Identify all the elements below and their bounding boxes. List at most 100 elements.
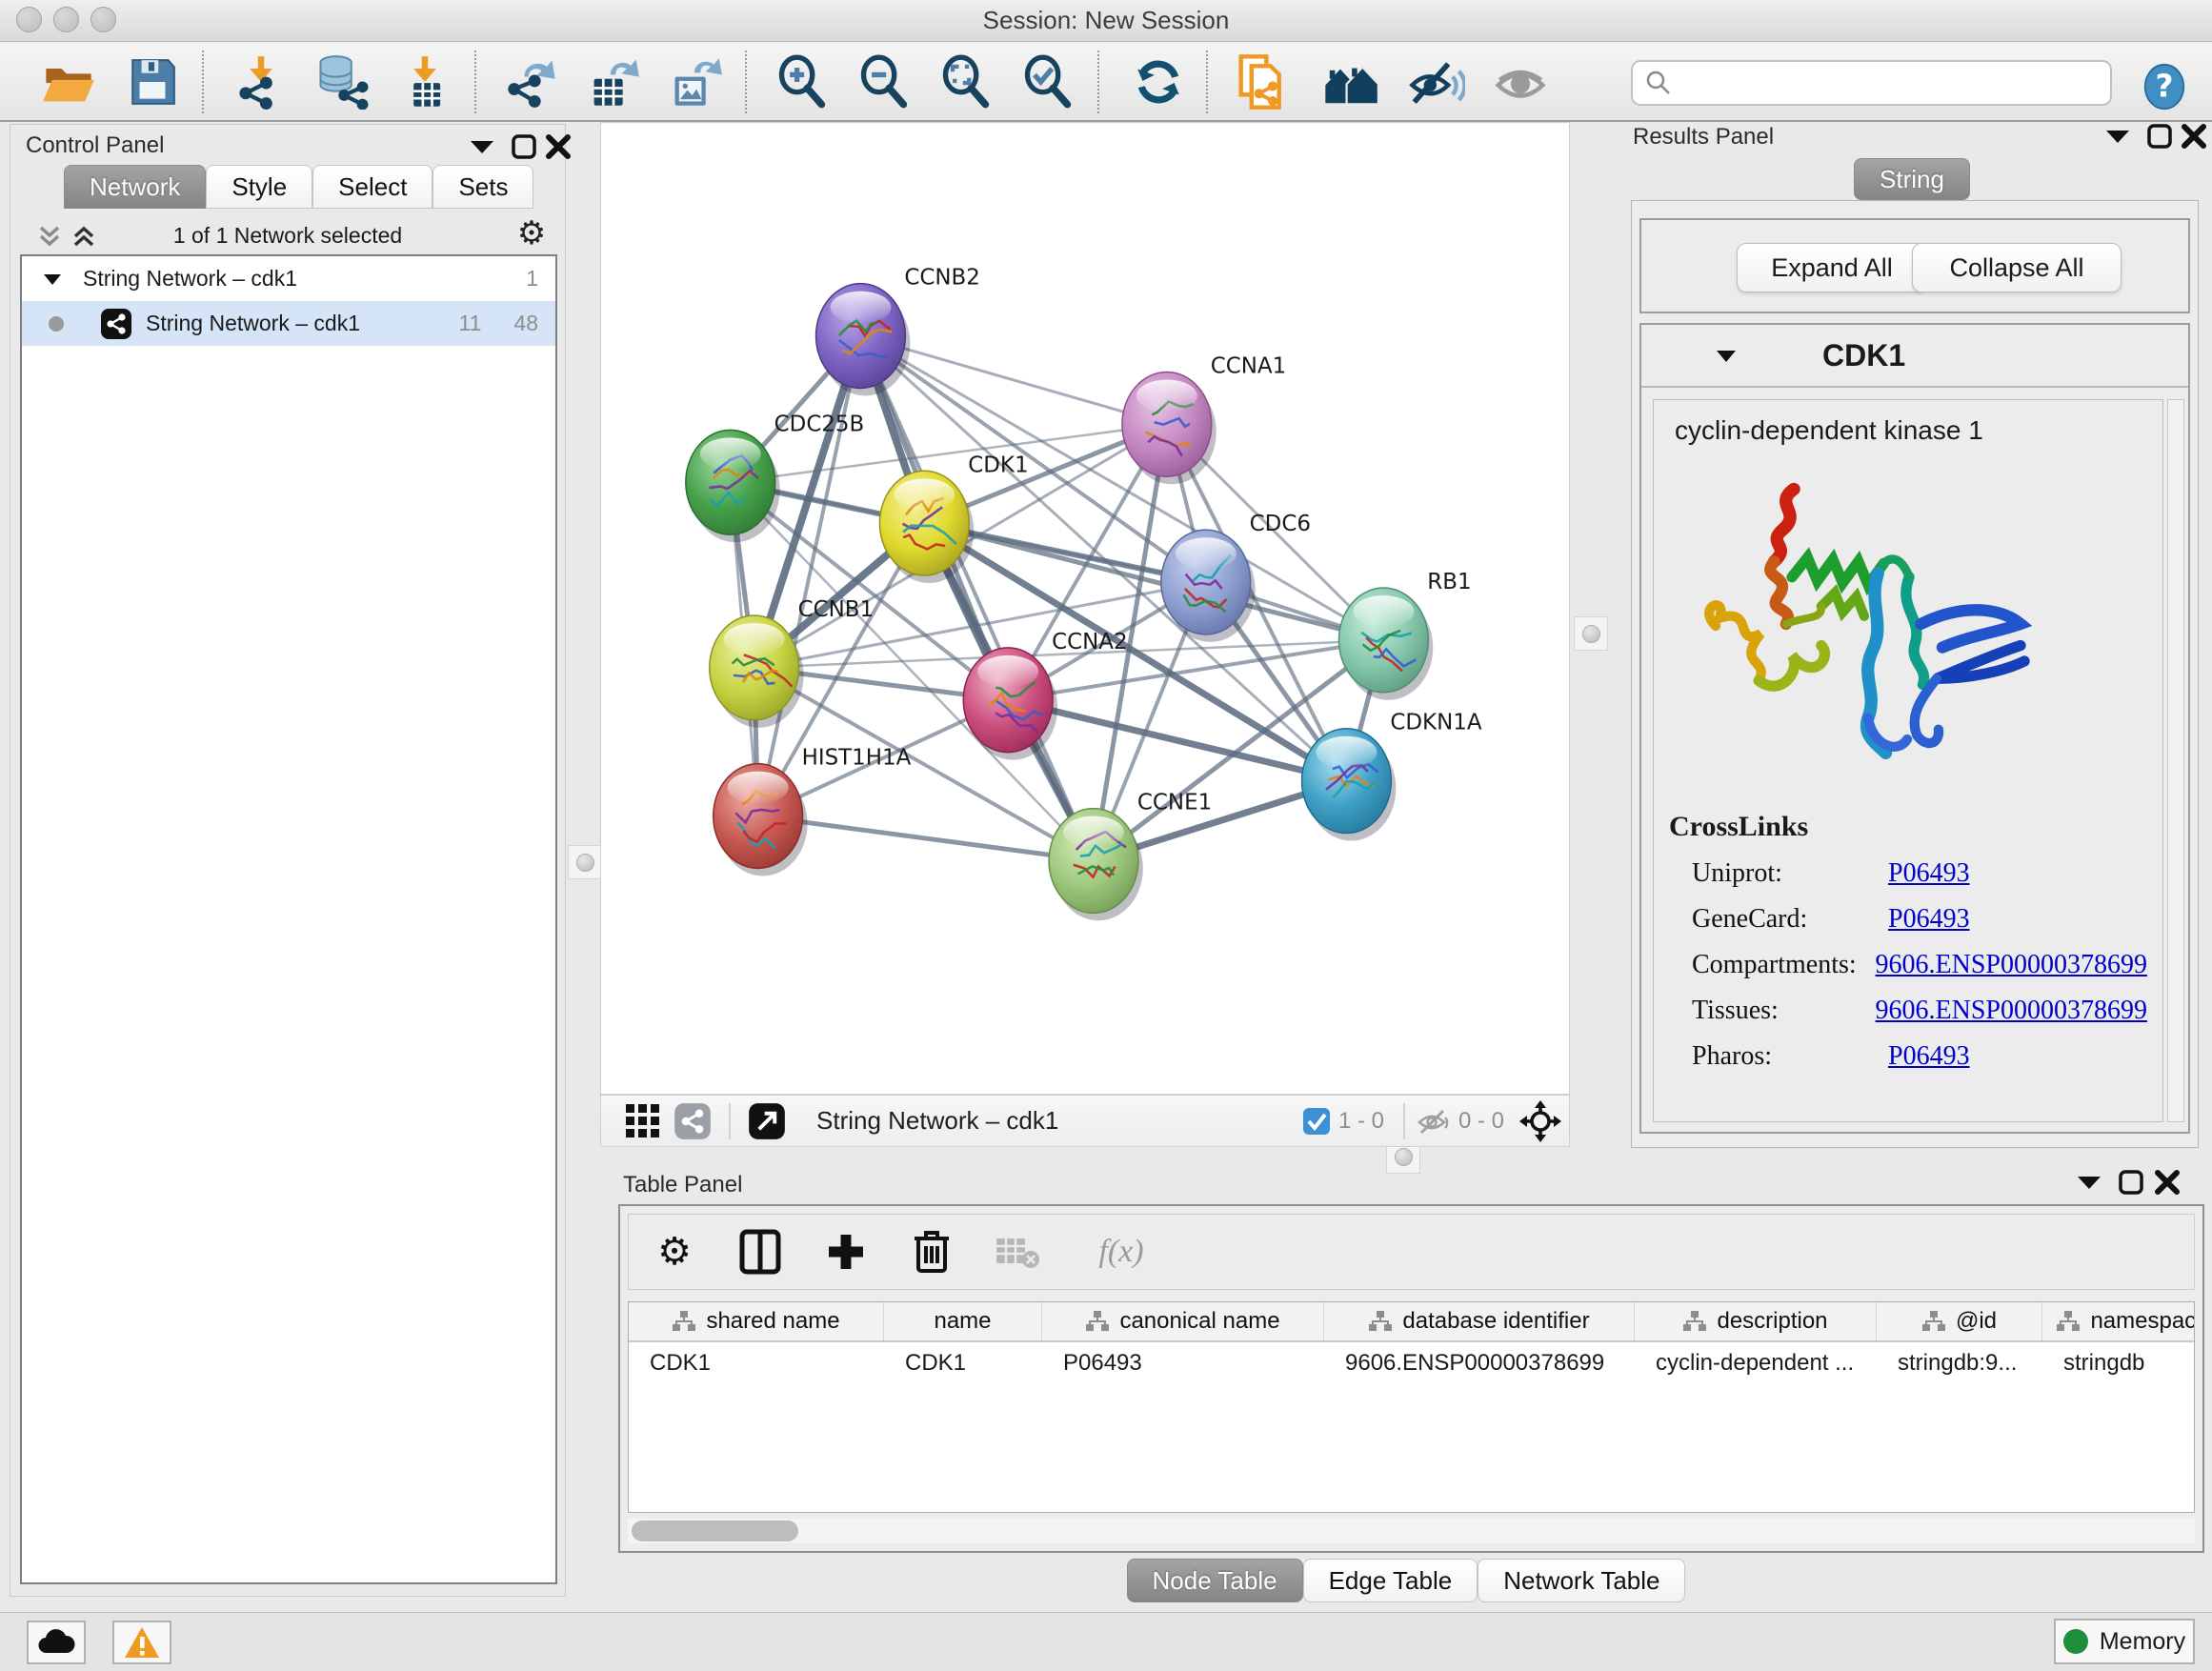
tab-network[interactable]: Network: [64, 165, 206, 209]
table-horizontal-scrollbar[interactable]: [628, 1519, 2195, 1543]
panel-menu-icon[interactable]: [2101, 120, 2134, 152]
cloud-button[interactable]: [27, 1621, 86, 1664]
expand-all-button[interactable]: Expand All: [1737, 243, 1927, 292]
warnings-button[interactable]: [112, 1621, 171, 1664]
tab-string[interactable]: String: [1854, 158, 1970, 200]
float-panel-icon[interactable]: [2143, 120, 2176, 152]
node-CCNB2[interactable]: CCNB2: [816, 266, 980, 396]
tab-network-table[interactable]: Network Table: [1478, 1559, 1685, 1602]
export-image-button[interactable]: [667, 53, 724, 111]
node-CCNA1[interactable]: CCNA1: [1122, 353, 1286, 484]
delete-column-trash-icon[interactable]: [907, 1227, 956, 1277]
tab-node-table[interactable]: Node Table: [1127, 1559, 1303, 1602]
tab-edge-table[interactable]: Edge Table: [1303, 1559, 1478, 1602]
network-share-toggle-icon[interactable]: [668, 1097, 717, 1146]
edge-HIST1H1A-CCNE1[interactable]: [758, 816, 1094, 861]
import-network-from-database-button[interactable]: [312, 53, 370, 111]
panel-menu-icon[interactable]: [466, 131, 498, 163]
table-cell[interactable]: stringdb:9...: [1877, 1342, 2042, 1384]
birds-eye-grid-icon[interactable]: [618, 1097, 668, 1146]
column-header-shared-name[interactable]: shared name: [629, 1302, 884, 1340]
edge-CCNB2-CCNE1[interactable]: [860, 336, 1094, 861]
export-network-button[interactable]: [503, 53, 560, 111]
duplicate-network-button[interactable]: [1235, 53, 1292, 111]
export-network-icon: [504, 54, 559, 110]
table-cell[interactable]: CDK1: [884, 1342, 1042, 1384]
collapse-all-button[interactable]: Collapse All: [1912, 243, 2122, 292]
float-panel-icon[interactable]: [508, 131, 540, 163]
table-row[interactable]: CDK1CDK1P064939606.ENSP00000378699cyclin…: [629, 1342, 2194, 1384]
float-panel-icon[interactable]: [2115, 1166, 2147, 1198]
export-table-button[interactable]: [585, 53, 642, 111]
zoom-out-button[interactable]: [855, 53, 913, 111]
tab-select[interactable]: Select: [312, 165, 432, 209]
results-vertical-scrollbar[interactable]: [2167, 399, 2184, 1122]
string-home-button[interactable]: [1322, 53, 1379, 111]
node-RB1[interactable]: RB1: [1338, 570, 1471, 700]
table-cell[interactable]: stringdb: [2042, 1342, 2195, 1384]
network-graph[interactable]: CCNB2CCNA1CDC25BCDK1CDC6RB1CCNB1CCNA2CDK…: [601, 123, 1569, 1094]
open-in-window-icon[interactable]: [742, 1097, 792, 1146]
column-header-namespace[interactable]: namespace: [2042, 1302, 2195, 1340]
search-field[interactable]: [1631, 60, 2112, 106]
node-table[interactable]: shared namenamecanonical namedatabase id…: [628, 1301, 2195, 1513]
panel-menu-icon[interactable]: [2073, 1166, 2105, 1198]
zoom-fit-button[interactable]: [937, 53, 995, 111]
crosslink-link[interactable]: P06493: [1888, 904, 1970, 935]
import-network-button[interactable]: [232, 53, 290, 111]
column-header-@id[interactable]: @id: [1877, 1302, 2042, 1340]
column-header-database-identifier[interactable]: database identifier: [1324, 1302, 1635, 1340]
export-table-icon: [586, 54, 641, 110]
memory-button[interactable]: Memory: [2054, 1619, 2195, 1664]
search-input[interactable]: [1673, 69, 2110, 97]
right-splitter-handle[interactable]: [1574, 616, 1608, 651]
tree-expander-icon[interactable]: [43, 272, 62, 286]
refresh-button[interactable]: [1130, 53, 1187, 111]
crosslink-link[interactable]: 9606.ENSP00000378699: [1876, 996, 2147, 1026]
crosslink-link[interactable]: 9606.ENSP00000378699: [1876, 950, 2147, 980]
crosslink-link[interactable]: P06493: [1888, 1041, 1970, 1072]
zoom-in-button[interactable]: [774, 53, 831, 111]
scrollbar-thumb[interactable]: [632, 1520, 798, 1541]
node-CDC25B[interactable]: CDC25B: [686, 412, 864, 542]
column-header-canonical-name[interactable]: canonical name: [1042, 1302, 1324, 1340]
edge-CCNB2-HIST1H1A[interactable]: [758, 336, 861, 816]
gene-header[interactable]: CDK1: [1641, 325, 2188, 388]
node-CDKN1A[interactable]: CDKN1A: [1302, 711, 1482, 841]
section-expander-icon[interactable]: [1716, 349, 1737, 363]
table-cell[interactable]: 9606.ENSP00000378699: [1324, 1342, 1635, 1384]
column-header-description[interactable]: description: [1635, 1302, 1877, 1340]
close-panel-icon[interactable]: [2178, 120, 2210, 152]
network-view[interactable]: CCNB2CCNA1CDC25BCDK1CDC6RB1CCNB1CCNA2CDK…: [600, 122, 1570, 1095]
node-HIST1H1A[interactable]: HIST1H1A: [714, 746, 912, 876]
selected-checkbox-icon[interactable]: [1302, 1107, 1331, 1136]
node-CCNE1[interactable]: CCNE1: [1049, 791, 1212, 921]
close-panel-icon[interactable]: [542, 131, 574, 163]
tab-style[interactable]: Style: [206, 165, 312, 209]
save-session-button[interactable]: [124, 53, 181, 111]
table-options-gear-icon[interactable]: ⚙: [650, 1227, 699, 1277]
fit-crosshair-icon[interactable]: [1519, 1100, 1561, 1142]
show-columns-icon[interactable]: [735, 1227, 785, 1277]
column-header-name[interactable]: name: [884, 1302, 1042, 1340]
help-button[interactable]: ?: [2136, 58, 2193, 115]
network-row-selected[interactable]: String Network – cdk1 11 48: [22, 301, 555, 346]
tab-sets[interactable]: Sets: [432, 165, 533, 209]
show-graphics-details-button[interactable]: [1492, 53, 1549, 111]
hide-graphics-details-button[interactable]: [1408, 53, 1465, 111]
crosslink-link[interactable]: P06493: [1888, 858, 1970, 889]
open-session-button[interactable]: [40, 53, 97, 111]
create-column-plus-icon[interactable]: [821, 1227, 871, 1277]
network-options-gear-icon[interactable]: ⚙: [515, 217, 548, 250]
close-panel-icon[interactable]: [2151, 1166, 2183, 1198]
import-table-button[interactable]: [396, 53, 453, 111]
search-icon: [1644, 69, 1673, 97]
left-splitter-handle[interactable]: [568, 845, 602, 879]
table-cell[interactable]: cyclin-dependent ...: [1635, 1342, 1877, 1384]
zoom-selected-button[interactable]: [1019, 53, 1076, 111]
network-collection-row[interactable]: String Network – cdk1 1: [22, 256, 555, 301]
table-cell[interactable]: CDK1: [629, 1342, 884, 1384]
table-cell[interactable]: P06493: [1042, 1342, 1324, 1384]
node-CDC6[interactable]: CDC6: [1161, 512, 1311, 642]
table-header-row: shared namenamecanonical namedatabase id…: [629, 1302, 2194, 1342]
